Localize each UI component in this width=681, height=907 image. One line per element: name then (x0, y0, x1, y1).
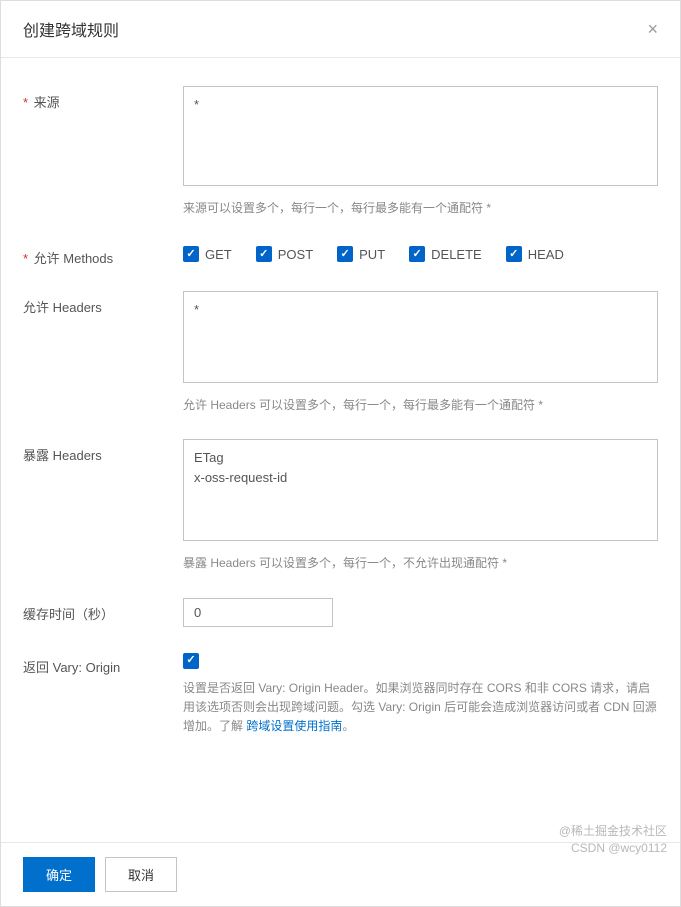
hint-vary-origin: 设置是否返回 Vary: Origin Header。如果浏览器同时存在 COR… (183, 679, 658, 737)
label-cache-time: 缓存时间（秒） (23, 598, 183, 627)
checkbox-delete-label: DELETE (431, 247, 482, 262)
check-icon (256, 246, 272, 262)
check-icon (337, 246, 353, 262)
check-icon (409, 246, 425, 262)
checkbox-put-label: PUT (359, 247, 385, 262)
label-vary-origin: 返回 Vary: Origin (23, 651, 183, 737)
dialog-footer: 确定 取消 (1, 842, 680, 906)
ok-button[interactable]: 确定 (23, 857, 95, 892)
label-methods: 允许 Methods (23, 242, 183, 267)
dialog-body: 来源 * 来源可以设置多个，每行一个，每行最多能有一个通配符 * 允许 Meth… (1, 58, 680, 842)
hint-expose-headers: 暴露 Headers 可以设置多个，每行一个，不允许出现通配符 * (183, 554, 658, 573)
check-icon (506, 246, 522, 262)
row-vary-origin: 返回 Vary: Origin 设置是否返回 Vary: Origin Head… (23, 651, 658, 737)
check-icon (183, 653, 199, 669)
link-cors-guide[interactable]: 跨域设置使用指南 (246, 719, 342, 733)
label-source: 来源 (23, 86, 183, 218)
methods-group: GET POST PUT DELETE (183, 242, 658, 262)
hint-vary-origin-post: 。 (342, 719, 354, 733)
hint-source: 来源可以设置多个，每行一个，每行最多能有一个通配符 * (183, 199, 658, 218)
row-cache-time: 缓存时间（秒） (23, 598, 658, 627)
cors-rule-dialog: 创建跨域规则 × 来源 * 来源可以设置多个，每行一个，每行最多能有一个通配符 … (0, 0, 681, 907)
checkbox-post[interactable]: POST (256, 246, 313, 262)
row-allow-headers: 允许 Headers * 允许 Headers 可以设置多个，每行一个，每行最多… (23, 291, 658, 415)
label-expose-headers: 暴露 Headers (23, 439, 183, 573)
dialog-header: 创建跨域规则 × (1, 1, 680, 58)
source-input[interactable]: * (183, 86, 658, 186)
close-icon[interactable]: × (647, 20, 658, 38)
checkbox-put[interactable]: PUT (337, 246, 385, 262)
checkbox-post-label: POST (278, 247, 313, 262)
checkbox-vary-origin[interactable] (183, 653, 658, 669)
row-methods: 允许 Methods GET POST PUT (23, 242, 658, 267)
hint-allow-headers: 允许 Headers 可以设置多个，每行一个，每行最多能有一个通配符 * (183, 396, 658, 415)
checkbox-head-label: HEAD (528, 247, 564, 262)
expose-headers-input[interactable]: ETag x-oss-request-id (183, 439, 658, 541)
checkbox-delete[interactable]: DELETE (409, 246, 482, 262)
cache-time-input[interactable] (183, 598, 333, 627)
row-source: 来源 * 来源可以设置多个，每行一个，每行最多能有一个通配符 * (23, 86, 658, 218)
checkbox-get[interactable]: GET (183, 246, 232, 262)
allow-headers-input[interactable]: * (183, 291, 658, 383)
row-expose-headers: 暴露 Headers ETag x-oss-request-id 暴露 Head… (23, 439, 658, 573)
label-allow-headers: 允许 Headers (23, 291, 183, 415)
dialog-title: 创建跨域规则 (23, 17, 119, 41)
checkbox-get-label: GET (205, 247, 232, 262)
check-icon (183, 246, 199, 262)
cancel-button[interactable]: 取消 (105, 857, 177, 892)
checkbox-head[interactable]: HEAD (506, 246, 564, 262)
